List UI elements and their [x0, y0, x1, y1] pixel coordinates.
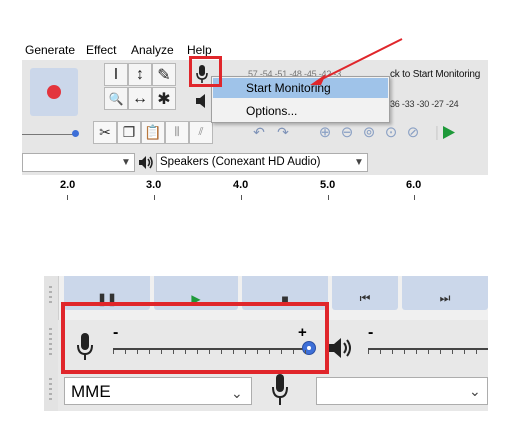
playback-volume-speaker-icon: [329, 338, 351, 358]
highlight-box-recording-slider: [61, 302, 329, 374]
recording-device-microphone-icon: [272, 374, 288, 405]
playback-slider-min-label: -: [368, 324, 374, 341]
slider-tick: [428, 350, 429, 354]
skip-to-start-button[interactable]: ⏮: [332, 276, 398, 310]
slider-tick: [392, 350, 393, 354]
audio-host-value: MME: [71, 382, 111, 401]
slider-tick: [380, 350, 381, 354]
skip-to-start-icon: ⏮: [359, 291, 371, 305]
audio-host-select[interactable]: MME ⌄: [64, 377, 252, 405]
slider-tick: [416, 350, 417, 354]
skip-to-end-button[interactable]: ⏭: [402, 276, 488, 310]
chevron-down-icon: ⌄: [469, 383, 481, 399]
slider-tick: [476, 350, 477, 354]
device-toolbar: MME ⌄ ⌄: [58, 369, 488, 411]
slider-tick: [404, 350, 405, 354]
slider-tick: [368, 350, 369, 354]
recording-device-select[interactable]: ⌄: [316, 377, 488, 405]
slider-tick: [464, 350, 465, 354]
chevron-down-icon: ⌄: [231, 385, 243, 401]
skip-to-end-icon: ⏭: [439, 291, 451, 305]
slider-tick: [440, 350, 441, 354]
toolbar-grip-handle[interactable]: [44, 276, 59, 411]
audacity-toolbar-screenshot-bottom: ❚❚ ▶ ■ ⏮ ⏭ - + - MME ⌄ ⌄: [44, 276, 488, 411]
slider-tick: [452, 350, 453, 354]
